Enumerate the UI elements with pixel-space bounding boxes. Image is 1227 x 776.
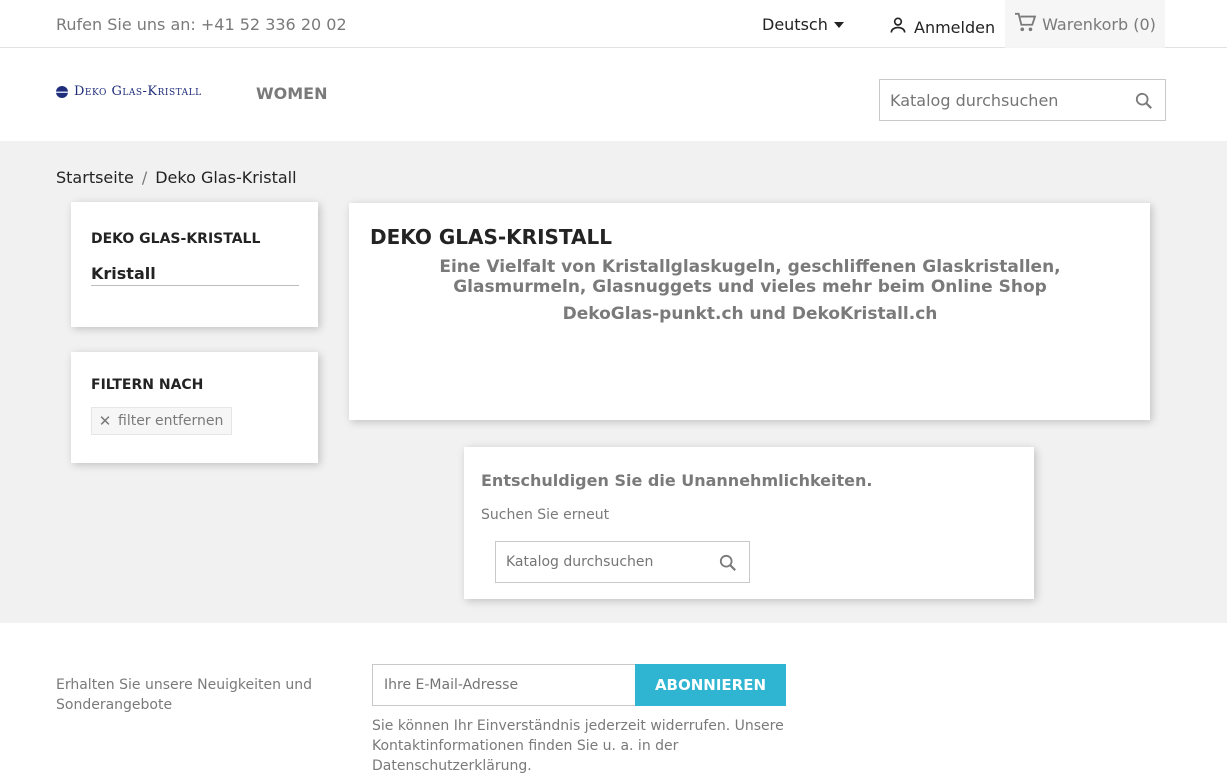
user-icon	[888, 15, 908, 39]
logo-text: Deko Glas-Kristall	[74, 84, 202, 99]
newsletter-section: Erhalten Sie unsere Neuigkeiten und Sond…	[0, 623, 1227, 775]
contact-info: Rufen Sie uns an: +41 52 336 20 02	[56, 15, 347, 34]
signin-label: Anmelden	[914, 17, 996, 37]
retry-search-input[interactable]	[496, 542, 706, 582]
category-description: Eine Vielfalt von Kristallglaskugeln, ge…	[439, 257, 1061, 297]
caret-down-icon	[833, 21, 844, 28]
header-search-input[interactable]	[880, 80, 1120, 120]
retry-search[interactable]	[495, 541, 750, 583]
category-tree-block: DEKO GLAS-KRISTALL Kristall	[71, 202, 318, 327]
filter-heading: FILTERN NACH	[91, 377, 204, 393]
filter-block: FILTERN NACH ✕ filter entfernen	[71, 352, 318, 463]
main-content: Startseite / Deko Glas-Kristall DEKO GLAS-…	[0, 141, 1227, 623]
site-header: Deko Glas-Kristall WOMEN	[0, 48, 1227, 141]
breadcrumb-home[interactable]: Startseite	[56, 168, 134, 187]
newsletter-label: Erhalten Sie unsere Neuigkeiten und Sond…	[56, 677, 313, 713]
breadcrumb-separator: /	[141, 168, 148, 187]
search-icon[interactable]	[719, 554, 737, 576]
language-label: Deutsch	[762, 15, 828, 34]
logo[interactable]: Deko Glas-Kristall	[56, 84, 202, 99]
filter-remove-chip[interactable]: ✕ filter entfernen	[91, 407, 233, 435]
category-tree-heading[interactable]: DEKO GLAS-KRISTALL	[91, 231, 260, 247]
breadcrumb: Startseite / Deko Glas-Kristall	[56, 168, 297, 187]
signin-link[interactable]: Anmelden	[888, 15, 995, 39]
top-bar: Rufen Sie uns an: +41 52 336 20 02 Deuts…	[0, 0, 1227, 48]
cart-button[interactable]: Warenkorb (0)	[1005, 0, 1165, 48]
category-title: DEKO GLAS-KRISTALL	[370, 225, 612, 249]
language-selector[interactable]: Deutsch	[762, 15, 844, 34]
close-icon: ✕	[98, 412, 112, 430]
nav-women[interactable]: WOMEN	[256, 84, 328, 103]
breadcrumb-current[interactable]: Deko Glas-Kristall	[155, 168, 296, 187]
search-icon[interactable]	[1135, 92, 1153, 114]
category-header-block: DEKO GLAS-KRISTALL Eine Vielfalt von Kri…	[349, 203, 1150, 420]
no-products-block: Entschuldigen Sie die Unannehmlichkeiten…	[464, 447, 1034, 599]
newsletter-email-field[interactable]	[372, 664, 635, 706]
category-item-kristall[interactable]: Kristall	[91, 264, 299, 286]
no-products-heading: Entschuldigen Sie die Unannehmlichkeiten…	[481, 471, 873, 490]
logo-icon	[56, 85, 68, 98]
filter-remove-label: filter entfernen	[118, 413, 224, 429]
category-description-domains: DekoGlas-punkt.ch und DekoKristall.ch	[562, 304, 938, 324]
newsletter-note: Sie können Ihr Einverständnis jederzeit …	[372, 718, 784, 774]
header-search[interactable]	[879, 79, 1166, 121]
newsletter-email-input[interactable]	[373, 665, 635, 705]
subscribe-button[interactable]: ABONNIEREN	[635, 664, 786, 706]
no-products-text: Suchen Sie erneut	[481, 507, 610, 523]
cart-label: Warenkorb (0)	[1042, 14, 1156, 34]
cart-icon	[1014, 12, 1037, 36]
